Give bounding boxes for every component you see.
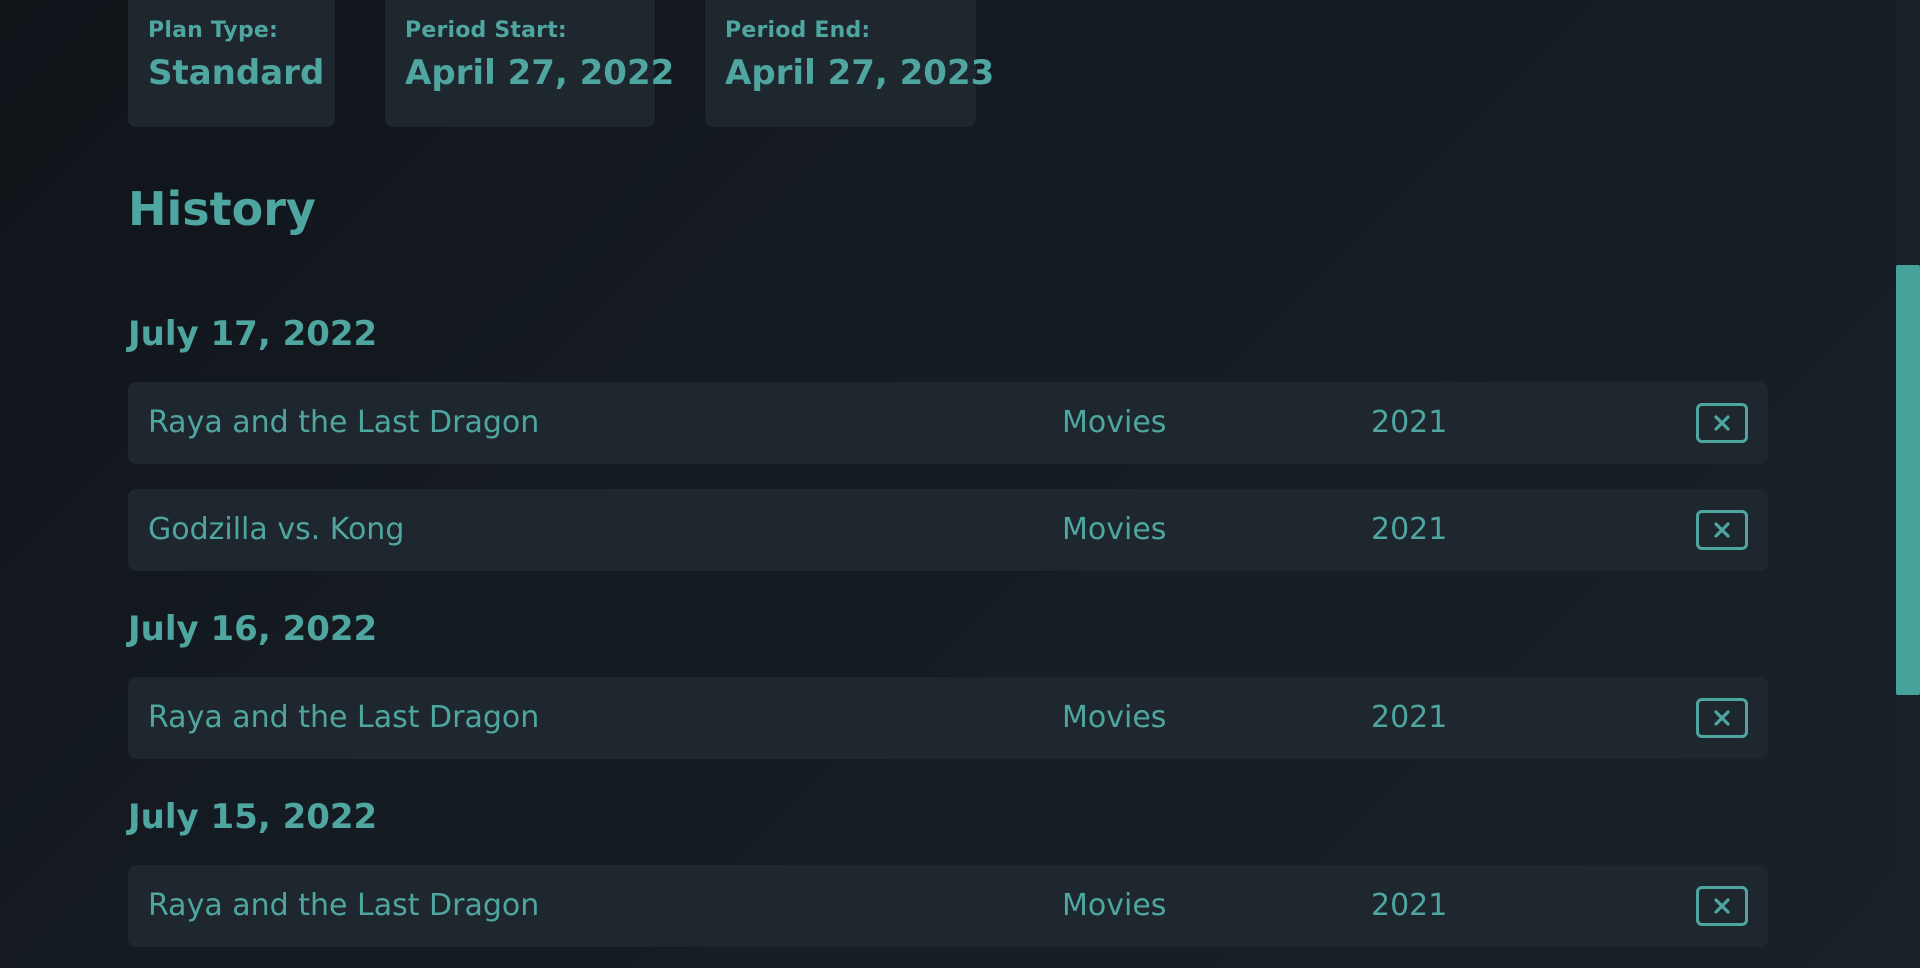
close-icon (1714, 415, 1730, 431)
history-item-year: 2021 (1371, 700, 1448, 735)
history-item-title: Raya and the Last Dragon (148, 888, 540, 923)
period-end-value: April 27, 2023 (725, 53, 995, 93)
plan-info: Plan Type: Standard Period Start: April … (128, 0, 1768, 127)
period-start-value: April 27, 2022 (405, 53, 675, 93)
history-item-category: Movies (1062, 512, 1167, 547)
history-row: Godzilla vs. Kong Movies 2021 (128, 489, 1768, 571)
period-start-label: Period Start: (405, 18, 567, 43)
page: Plan Type: Standard Period Start: April … (0, 0, 1920, 968)
history-item-category: Movies (1062, 888, 1167, 923)
history-date-heading: July 17, 2022 (128, 314, 378, 354)
history-date-heading: July 15, 2022 (128, 797, 378, 837)
main-content: Plan Type: Standard Period Start: April … (128, 0, 1768, 968)
history-date-group: July 16, 2022 Raya and the Last Dragon M… (128, 605, 1768, 759)
history-row: Raya and the Last Dragon Movies 2021 (128, 382, 1768, 464)
period-start-card: Period Start: April 27, 2022 (385, 0, 675, 127)
close-icon (1714, 898, 1730, 914)
history-item-category: Movies (1062, 700, 1167, 735)
period-end-label: Period End: (725, 18, 871, 43)
close-icon (1714, 710, 1730, 726)
plan-type-label: Plan Type: (148, 18, 279, 43)
remove-history-item-button[interactable] (1696, 886, 1748, 926)
history-title: History (128, 182, 316, 236)
history-item-year: 2021 (1371, 512, 1448, 547)
scrollbar-thumb[interactable] (1896, 265, 1920, 695)
history-date-group: July 15, 2022 Raya and the Last Dragon M… (128, 793, 1768, 947)
history-row: Raya and the Last Dragon Movies 2021 (128, 865, 1768, 947)
history-item-category: Movies (1062, 405, 1167, 440)
plan-type-card: Plan Type: Standard (128, 0, 335, 127)
plan-type-value: Standard (148, 53, 325, 93)
history-row: Raya and the Last Dragon Movies 2021 (128, 677, 1768, 759)
close-icon (1714, 522, 1730, 538)
remove-history-item-button[interactable] (1696, 403, 1748, 443)
history-item-title: Godzilla vs. Kong (148, 512, 405, 547)
history-date-heading: July 16, 2022 (128, 609, 378, 649)
history-item-title: Raya and the Last Dragon (148, 700, 540, 735)
remove-history-item-button[interactable] (1696, 510, 1748, 550)
history-item-year: 2021 (1371, 888, 1448, 923)
history-item-year: 2021 (1371, 405, 1448, 440)
scrollbar[interactable] (1896, 0, 1920, 968)
history-date-group: July 17, 2022 Raya and the Last Dragon M… (128, 310, 1768, 571)
period-end-card: Period End: April 27, 2023 (705, 0, 995, 127)
history-item-title: Raya and the Last Dragon (148, 405, 540, 440)
remove-history-item-button[interactable] (1696, 698, 1748, 738)
